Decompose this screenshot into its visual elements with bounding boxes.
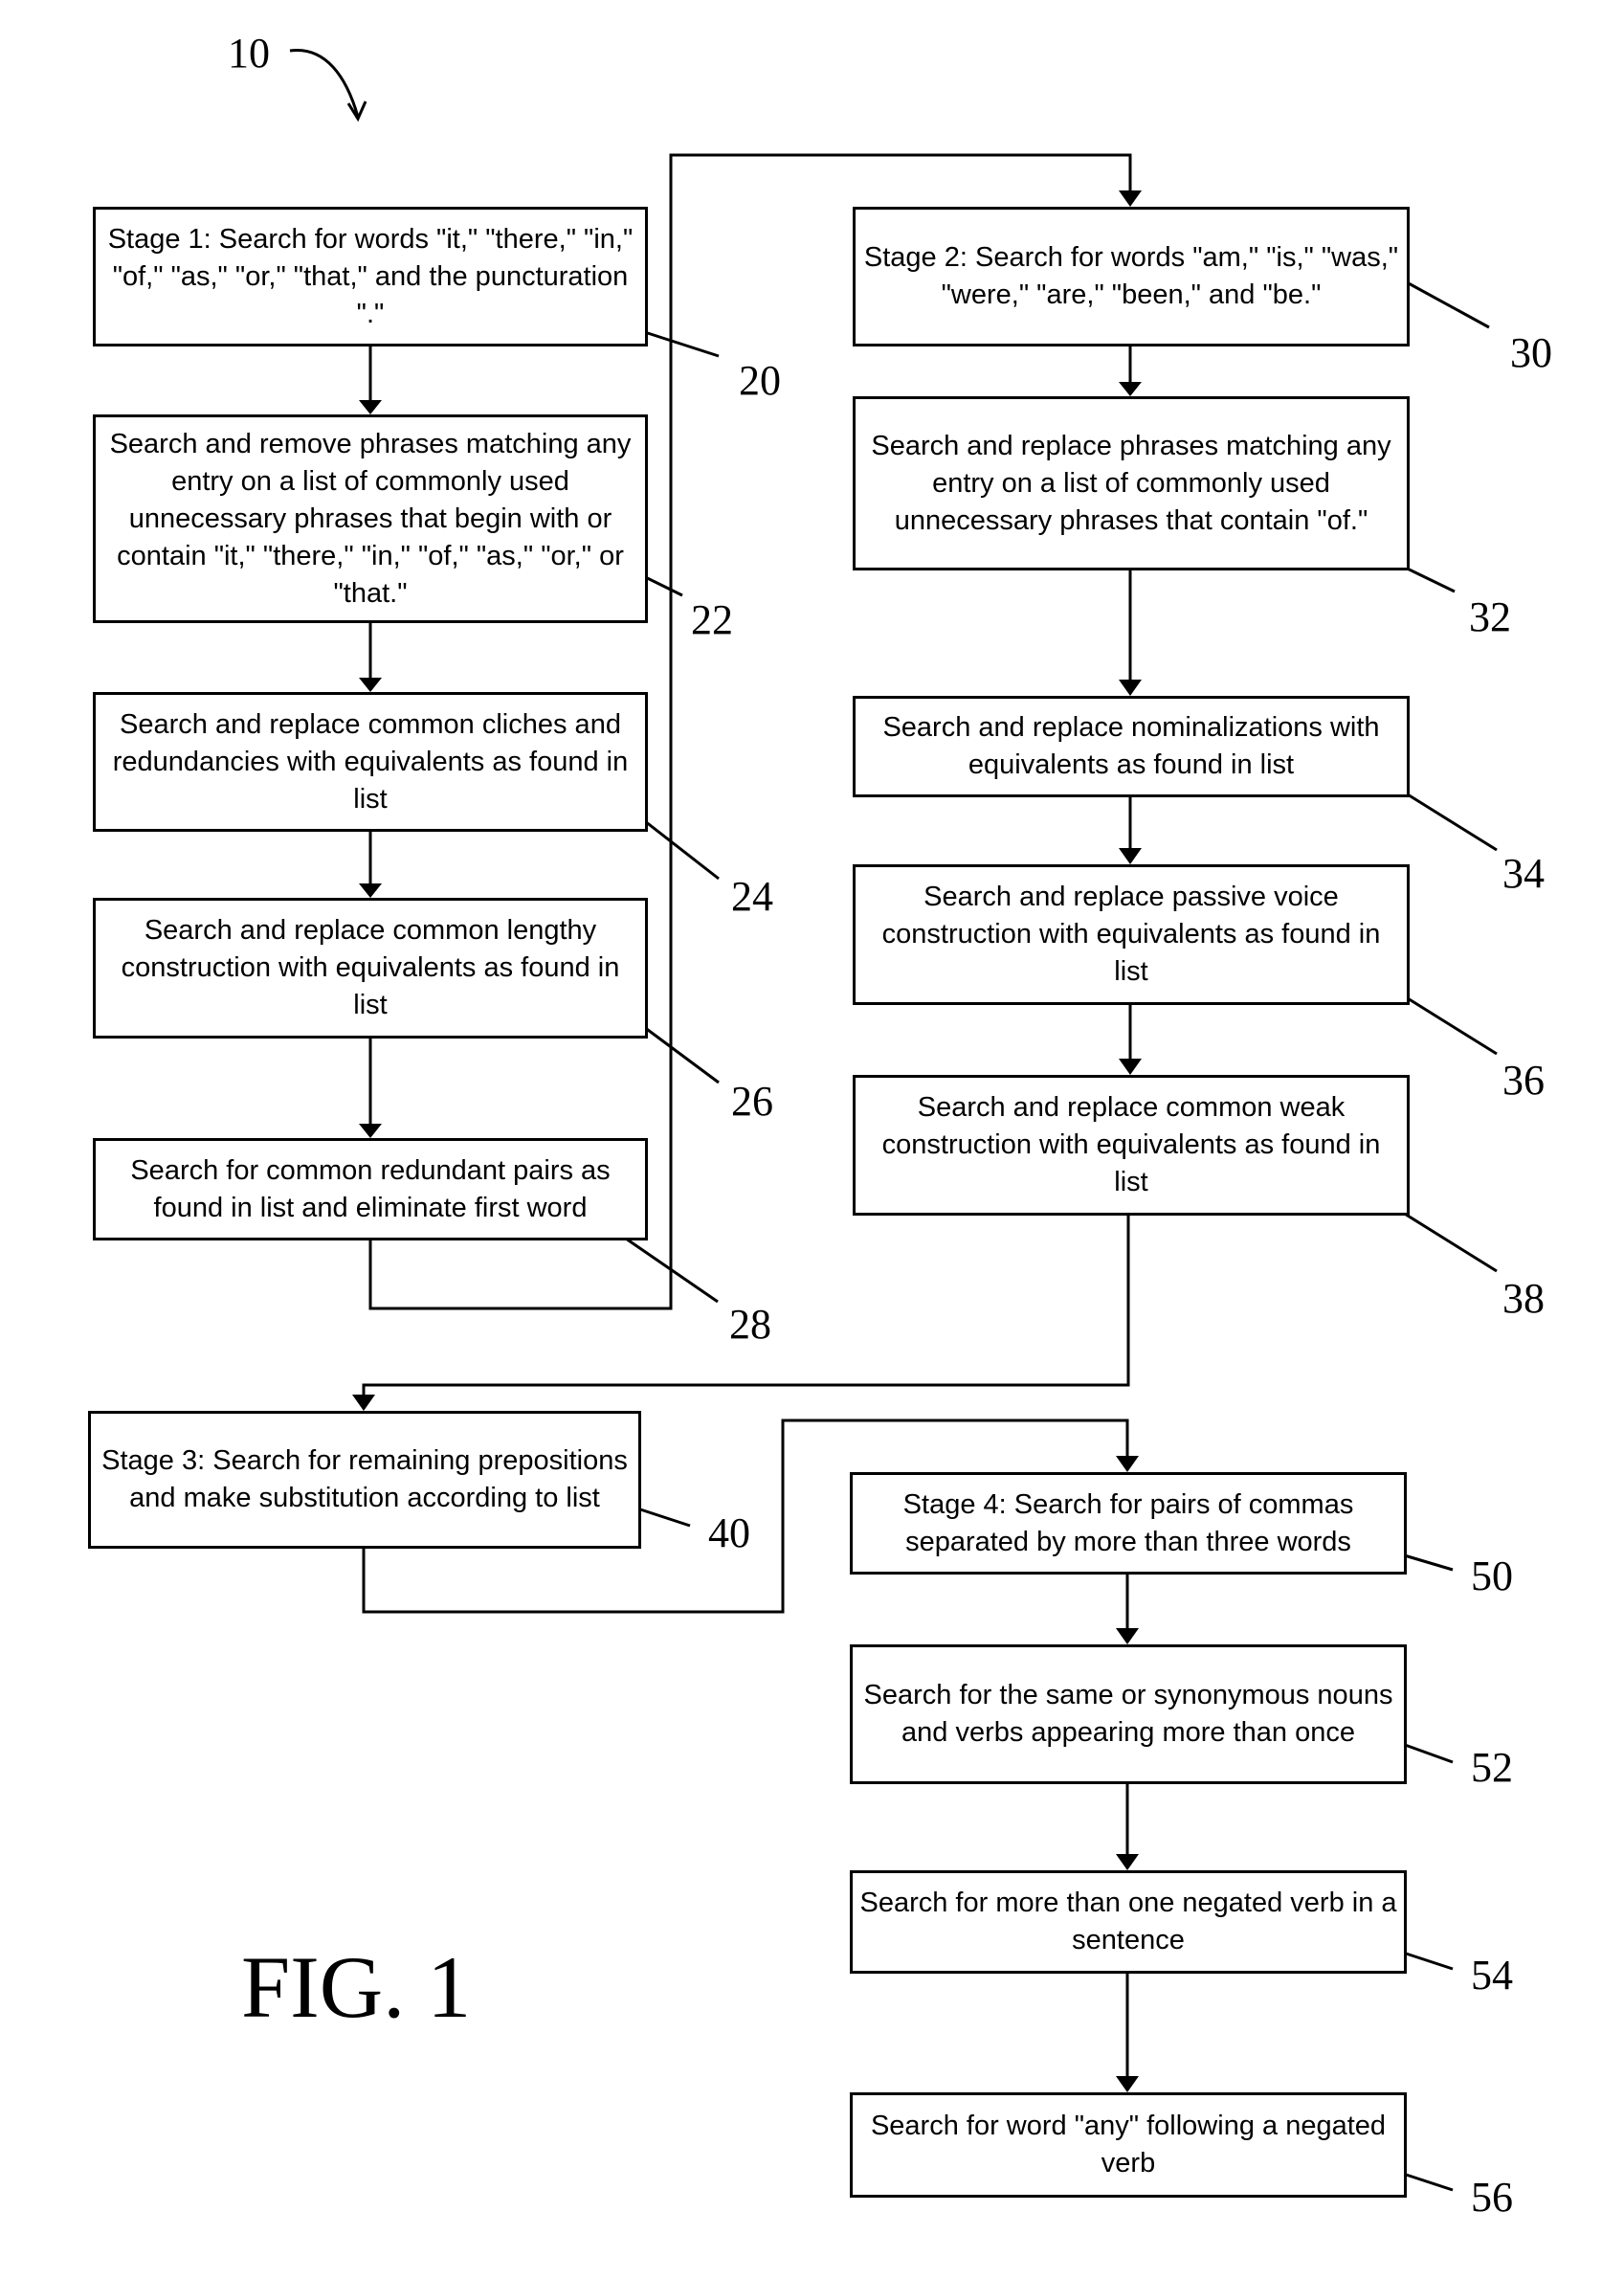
step-box-40: Stage 3: Search for remaining prepositio… — [88, 1411, 641, 1549]
arrowhead-22 — [359, 400, 382, 414]
step-box-26: Search and replace common lengthy constr… — [93, 898, 648, 1039]
step-text-30: Stage 2: Search for words "am," "is," "w… — [863, 242, 1399, 310]
step-box-54: Search for more than one negated verb in… — [850, 1870, 1407, 1974]
step-text-34: Search and replace nominalizations with … — [882, 712, 1380, 780]
arrowhead-28 — [359, 1124, 382, 1138]
arrowhead-36 — [1119, 848, 1142, 864]
step-text-20: Stage 1: Search for words "it," "there,"… — [107, 223, 634, 329]
step-box-34: Search and replace nominalizations with … — [853, 696, 1410, 797]
ref-label-34: 34 — [1502, 850, 1545, 897]
step-box-36: Search and replace passive voice constru… — [853, 864, 1410, 1005]
step-text-28: Search for common redundant pairs as fou… — [130, 1154, 611, 1223]
ref-label-26: 26 — [731, 1078, 773, 1125]
ref-label-52: 52 — [1471, 1744, 1513, 1791]
step-text-40: Stage 3: Search for remaining prepositio… — [101, 1445, 628, 1513]
step-text-26: Search and replace common lengthy constr… — [121, 915, 620, 1020]
step-text-56: Search for word "any" following a negate… — [870, 2111, 1387, 2178]
step-box-20: Stage 1: Search for words "it," "there,"… — [93, 207, 648, 346]
step-text-50: Stage 4: Search for pairs of commas sepa… — [902, 1488, 1354, 1557]
ref-label-40: 40 — [708, 1509, 750, 1556]
arrowhead-38 — [1119, 1059, 1142, 1075]
step-box-38: Search and replace common weak construct… — [853, 1075, 1410, 1216]
step-text-24: Search and replace common cliches and re… — [112, 708, 629, 815]
arrowhead-56 — [1116, 2076, 1139, 2092]
ref-label-30: 30 — [1510, 329, 1552, 376]
arrowhead-34 — [1119, 680, 1142, 696]
step-text-32: Search and replace phrases matching any … — [871, 430, 1391, 536]
ref-label-54: 54 — [1471, 1952, 1513, 1999]
arrowhead-52 — [1116, 1628, 1139, 1644]
ref-label-36: 36 — [1502, 1057, 1545, 1104]
step-box-50: Stage 4: Search for pairs of commas sepa… — [850, 1472, 1407, 1575]
step-text-52: Search for the same or synonymous nouns … — [863, 1680, 1393, 1748]
patent-figure: 10 Stage 1: Search for words "it," "ther… — [0, 0, 1624, 2279]
arrowhead-50 — [1116, 1456, 1139, 1472]
ref-label-24: 24 — [731, 873, 773, 920]
ref-label-50: 50 — [1471, 1553, 1513, 1599]
step-text-36: Search and replace passive voice constru… — [881, 882, 1381, 987]
arrowhead-54 — [1116, 1854, 1139, 1870]
step-box-24: Search and replace common cliches and re… — [93, 692, 648, 832]
arrowhead-26 — [359, 883, 382, 898]
arrowhead-30 — [1119, 190, 1142, 207]
ref-label-38: 38 — [1502, 1275, 1545, 1322]
arrowhead-32 — [1119, 382, 1142, 396]
step-text-54: Search for more than one negated verb in… — [859, 1888, 1397, 1955]
figure-reference-number: 10 — [228, 30, 270, 77]
ref-label-56: 56 — [1471, 2174, 1513, 2221]
step-box-30: Stage 2: Search for words "am," "is," "w… — [853, 207, 1410, 346]
arrowhead-40 — [352, 1395, 375, 1411]
step-text-22: Search and remove phrases matching any e… — [109, 428, 632, 609]
figure-label: FIG. 1 — [241, 1938, 472, 2036]
ref-label-32: 32 — [1469, 593, 1511, 640]
step-box-56: Search for word "any" following a negate… — [850, 2092, 1407, 2198]
step-box-52: Search for the same or synonymous nouns … — [850, 1644, 1407, 1784]
reference-10-arrow — [289, 49, 360, 118]
arrowhead-24 — [359, 678, 382, 692]
step-box-28: Search for common redundant pairs as fou… — [93, 1138, 648, 1240]
step-text-38: Search and replace common weak construct… — [881, 1092, 1381, 1197]
leader-30 — [1406, 280, 1490, 329]
ref-label-22: 22 — [691, 596, 733, 643]
ref-label-20: 20 — [739, 357, 781, 404]
step-box-32: Search and replace phrases matching any … — [853, 396, 1410, 570]
ref-label-28: 28 — [729, 1301, 771, 1348]
step-box-22: Search and remove phrases matching any e… — [93, 414, 648, 623]
